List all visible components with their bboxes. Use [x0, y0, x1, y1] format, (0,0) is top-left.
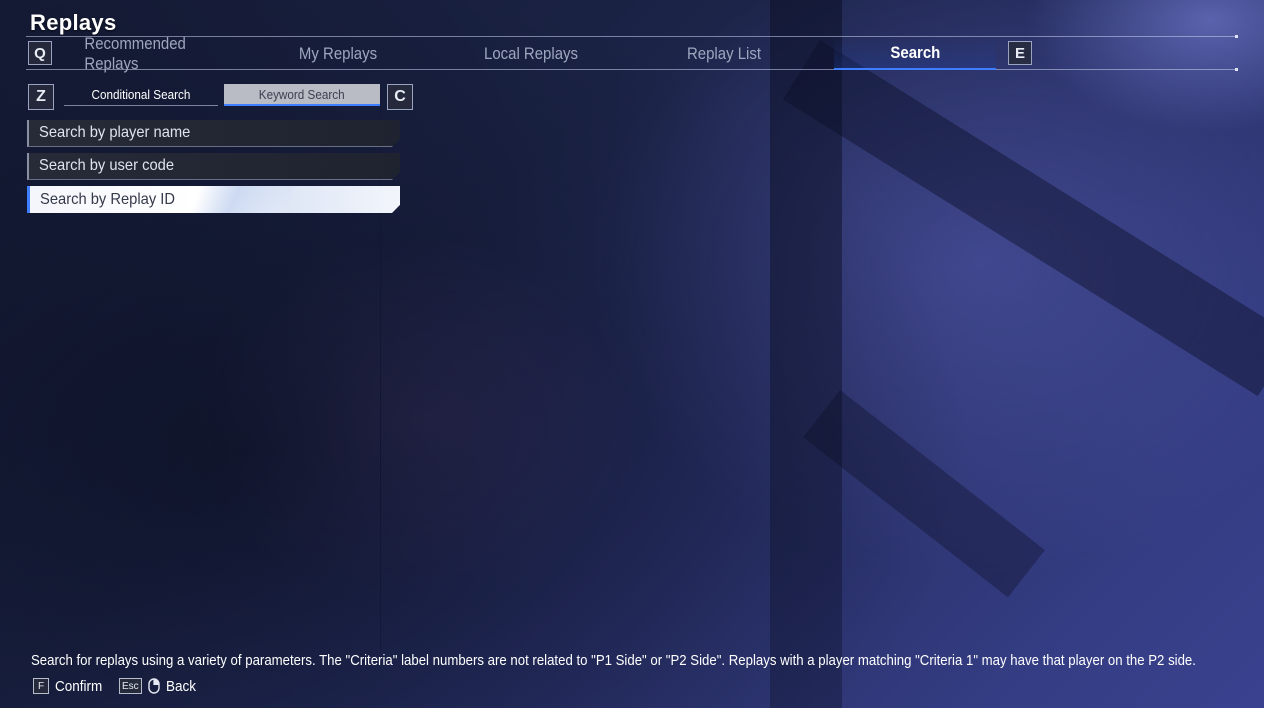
- tab-bar: Q Recommended Replays My Replays Local R…: [26, 34, 1238, 73]
- back-label: Back: [165, 677, 196, 695]
- search-replay-id-field[interactable]: Search by Replay ID: [27, 186, 400, 213]
- search-user-code-label: Search by user code: [39, 157, 175, 174]
- mouse-icon: [147, 678, 160, 694]
- tab-my-replays[interactable]: My Replays: [283, 37, 392, 70]
- subtab-conditional-search[interactable]: Conditional Search: [64, 84, 218, 106]
- confirm-button[interactable]: F Confirm: [33, 676, 108, 696]
- tab-replay-list[interactable]: Replay List: [671, 37, 777, 70]
- subtab-keyword-search-label: Keyword Search: [259, 86, 345, 102]
- tab-search-label: Search: [890, 42, 940, 62]
- tab-search[interactable]: Search: [834, 37, 996, 70]
- search-replay-id-label: Search by Replay ID: [40, 190, 175, 208]
- subtab-keyword-search[interactable]: Keyword Search: [224, 84, 380, 106]
- help-description: Search for replays using a variety of pa…: [31, 652, 1251, 669]
- search-player-name-field[interactable]: Search by player name: [27, 120, 400, 147]
- subtab-conditional-search-label: Conditional Search: [91, 87, 191, 102]
- background-vignette: [0, 0, 1264, 708]
- page-title: Replays: [30, 10, 117, 35]
- search-user-code-field[interactable]: Search by user code: [27, 153, 400, 180]
- confirm-label: Confirm: [55, 677, 103, 695]
- search-player-name-label: Search by player name: [39, 124, 191, 141]
- keyboard-key-f-icon: F: [33, 678, 49, 694]
- next-tab-key[interactable]: E: [1008, 41, 1032, 65]
- tab-local-replays[interactable]: Local Replays: [474, 37, 588, 70]
- tab-recommended-replays[interactable]: Recommended Replays: [84, 34, 207, 73]
- prev-subtab-key[interactable]: Z: [28, 84, 54, 110]
- keyboard-key-esc-icon: Esc: [119, 678, 142, 694]
- prev-tab-key[interactable]: Q: [28, 41, 52, 65]
- next-subtab-key[interactable]: C: [387, 84, 413, 110]
- help-description-text: Search for replays using a variety of pa…: [31, 652, 1196, 669]
- back-button[interactable]: Esc Back: [119, 676, 199, 696]
